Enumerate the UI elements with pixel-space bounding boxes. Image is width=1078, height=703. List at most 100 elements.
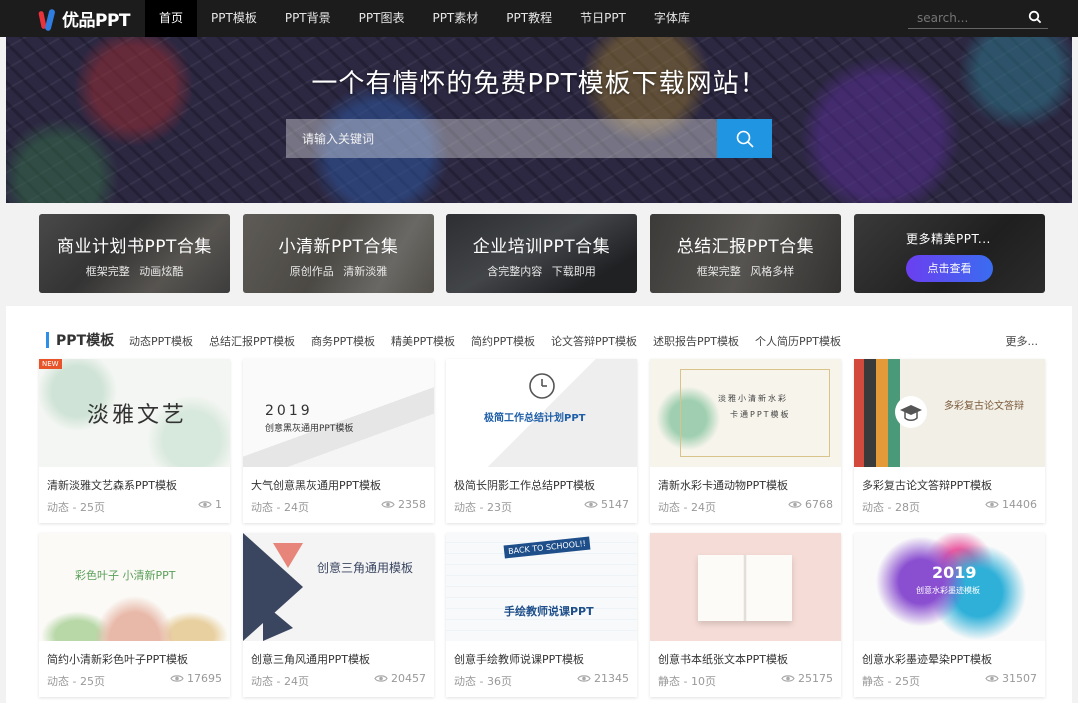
new-badge: NEW <box>39 359 62 369</box>
tab-dynamic[interactable]: 动态PPT模板 <box>129 333 193 349</box>
section-tabs: 动态PPT模板 总结汇报PPT模板 商务PPT模板 精美PPT模板 简约PPT模… <box>129 333 857 349</box>
hero-search-button[interactable] <box>717 119 772 158</box>
view-count-value: 1 <box>215 498 222 511</box>
template-meta: 动态 - 24页 <box>251 501 309 514</box>
template-thumbnail[interactable]: 2019 创意水彩墨迹模板 <box>854 533 1045 641</box>
view-count-value: 21345 <box>594 672 629 685</box>
template-thumbnail[interactable]: 创意三角通用模板 <box>243 533 434 641</box>
thumbnail-subtext: 卡通PPT模板 <box>730 410 791 419</box>
collection-subtitle: 框架完整 风格多样 <box>696 265 795 278</box>
triangle-graphic <box>243 533 303 641</box>
logo-icon <box>38 7 58 31</box>
template-meta: 动态 - 28页 <box>862 501 920 514</box>
tab-minimal[interactable]: 简约PPT模板 <box>471 333 535 349</box>
view-count-value: 17695 <box>187 672 222 685</box>
template-card[interactable]: 淡雅小清新水彩 卡通PPT模板 清新水彩卡通动物PPT模板 动态 - 24页 6… <box>650 359 841 523</box>
view-count: 6768 <box>788 498 833 511</box>
template-card[interactable]: 2019 创意黑灰通用PPT模板 大气创意黑灰通用PPT模板 动态 - 24页 … <box>243 359 434 523</box>
thumbnail-text: 手绘教师说课PPT <box>504 605 594 618</box>
template-title[interactable]: 创意水彩墨迹晕染PPT模板 <box>862 651 992 667</box>
eye-icon <box>374 675 388 682</box>
thumbnail-subtext: BACK TO SCHOOL!! <box>503 536 591 559</box>
thumbnail-text: 彩色叶子 小清新PPT <box>75 569 176 582</box>
thumbnail-text: 创意三角通用模板 <box>317 561 414 575</box>
template-meta: 动态 - 25页 <box>47 675 105 688</box>
template-card[interactable]: 极简工作总结计划PPT 极简长阴影工作总结PPT模板 动态 - 23页 5147 <box>446 359 637 523</box>
eye-icon <box>788 501 802 508</box>
template-card[interactable]: 创意书本纸张文本PPT模板 静态 - 10页 25175 <box>650 533 841 697</box>
tab-summary-report[interactable]: 总结汇报PPT模板 <box>209 333 295 349</box>
template-thumbnail[interactable] <box>650 533 841 641</box>
template-thumbnail[interactable]: 彩色叶子 小清新PPT <box>39 533 230 641</box>
template-title[interactable]: 清新淡雅文艺森系PPT模板 <box>47 477 177 493</box>
thumbnail-text: 极简工作总结计划PPT <box>484 413 586 424</box>
template-meta: 动态 - 24页 <box>658 501 716 514</box>
collection-business-plan[interactable]: 商业计划书PPT合集 框架完整 动画炫酷 <box>39 214 230 293</box>
template-meta: 静态 - 25页 <box>862 675 920 688</box>
template-title[interactable]: 清新水彩卡通动物PPT模板 <box>658 477 788 493</box>
thumbnail-subtext: 创意黑灰通用PPT模板 <box>265 424 354 434</box>
nav-item-ppt-backgrounds[interactable]: PPT背景 <box>271 0 345 37</box>
hero-search-input[interactable] <box>286 119 717 158</box>
collection-corporate-training[interactable]: 企业培训PPT合集 含完整内容 下载即用 <box>446 214 637 293</box>
template-card[interactable]: 彩色叶子 小清新PPT 简约小清新彩色叶子PPT模板 动态 - 25页 1769… <box>39 533 230 697</box>
nav-menu: 首页 PPT模板 PPT背景 PPT图表 PPT素材 PPT教程 节日PPT 字… <box>145 0 704 37</box>
template-card[interactable]: BACK TO SCHOOL!! 手绘教师说课PPT 创意手绘教师说课PPT模板… <box>446 533 637 697</box>
collection-subtitle: 含完整内容 下载即用 <box>487 265 596 278</box>
section-header: PPT模板 动态PPT模板 总结汇报PPT模板 商务PPT模板 精美PPT模板 … <box>6 306 1072 358</box>
template-title[interactable]: 创意书本纸张文本PPT模板 <box>658 651 788 667</box>
template-title[interactable]: 简约小清新彩色叶子PPT模板 <box>47 651 188 667</box>
template-card[interactable]: 2019 创意水彩墨迹模板 创意水彩墨迹晕染PPT模板 静态 - 25页 315… <box>854 533 1045 697</box>
tab-business[interactable]: 商务PPT模板 <box>311 333 375 349</box>
tab-thesis-defense[interactable]: 论文答辩PPT模板 <box>551 333 637 349</box>
nav-item-ppt-materials[interactable]: PPT素材 <box>418 0 492 37</box>
template-card[interactable]: NEW 淡雅文艺 清新淡雅文艺森系PPT模板 动态 - 25页 1 <box>39 359 230 523</box>
collection-title: 总结汇报PPT合集 <box>676 237 815 257</box>
eye-icon <box>381 501 395 508</box>
site-logo[interactable]: 优品PPT <box>0 0 145 37</box>
nav-item-home[interactable]: 首页 <box>145 0 198 37</box>
template-title[interactable]: 创意三角风通用PPT模板 <box>251 651 370 667</box>
template-title[interactable]: 多彩复古论文答辩PPT模板 <box>862 477 992 493</box>
collection-fresh[interactable]: 小清新PPT合集 原创作品 清新淡雅 <box>243 214 434 293</box>
view-count: 2358 <box>381 498 426 511</box>
template-thumbnail[interactable]: 多彩复古论文答辩 <box>854 359 1045 467</box>
nav-item-holiday-ppt[interactable]: 节日PPT <box>566 0 640 37</box>
template-title[interactable]: 创意手绘教师说课PPT模板 <box>454 651 584 667</box>
nav-item-ppt-templates[interactable]: PPT模板 <box>197 0 271 37</box>
nav-item-fonts[interactable]: 字体库 <box>640 0 704 37</box>
collection-summary-report[interactable]: 总结汇报PPT合集 框架完整 风格多样 <box>650 214 841 293</box>
tab-exquisite[interactable]: 精美PPT模板 <box>391 333 455 349</box>
tab-resume[interactable]: 个人简历PPT模板 <box>755 333 841 349</box>
view-count: 21345 <box>577 672 629 685</box>
collection-more[interactable]: 更多精美PPT... 点击查看 <box>854 214 1045 293</box>
tab-work-report[interactable]: 述职报告PPT模板 <box>653 333 739 349</box>
template-thumbnail[interactable]: 极简工作总结计划PPT <box>446 359 637 467</box>
eye-icon <box>577 675 591 682</box>
thumbnail-text: 淡雅小清新水彩 <box>718 394 788 403</box>
search-icon[interactable] <box>1028 10 1042 24</box>
section-title: PPT模板 <box>56 333 115 349</box>
logo-text: 优品PPT <box>62 11 131 31</box>
eye-icon <box>584 501 598 508</box>
template-thumbnail[interactable]: 淡雅小清新水彩 卡通PPT模板 <box>650 359 841 467</box>
template-card[interactable]: 多彩复古论文答辩 多彩复古论文答辩PPT模板 动态 - 28页 14406 <box>854 359 1045 523</box>
template-title[interactable]: 极简长阴影工作总结PPT模板 <box>454 477 595 493</box>
thumbnail-text: 2019 <box>932 563 977 582</box>
view-count: 17695 <box>170 672 222 685</box>
template-meta: 静态 - 10页 <box>658 675 716 688</box>
template-thumbnail[interactable]: NEW 淡雅文艺 <box>39 359 230 467</box>
template-thumbnail[interactable]: 2019 创意黑灰通用PPT模板 <box>243 359 434 467</box>
view-count: 5147 <box>584 498 629 511</box>
template-card[interactable]: 创意三角通用模板 创意三角风通用PPT模板 动态 - 24页 20457 <box>243 533 434 697</box>
section-more-link[interactable]: 更多... <box>1006 333 1039 349</box>
view-count-value: 2358 <box>398 498 426 511</box>
nav-item-ppt-tutorials[interactable]: PPT教程 <box>492 0 566 37</box>
collection-subtitle: 原创作品 清新淡雅 <box>289 265 388 278</box>
view-more-button[interactable]: 点击查看 <box>906 255 993 282</box>
nav-item-ppt-charts[interactable]: PPT图表 <box>345 0 419 37</box>
nav-search-input[interactable] <box>908 10 1020 25</box>
template-thumbnail[interactable]: BACK TO SCHOOL!! 手绘教师说课PPT <box>446 533 637 641</box>
template-title[interactable]: 大气创意黑灰通用PPT模板 <box>251 477 381 493</box>
eye-icon <box>170 675 184 682</box>
